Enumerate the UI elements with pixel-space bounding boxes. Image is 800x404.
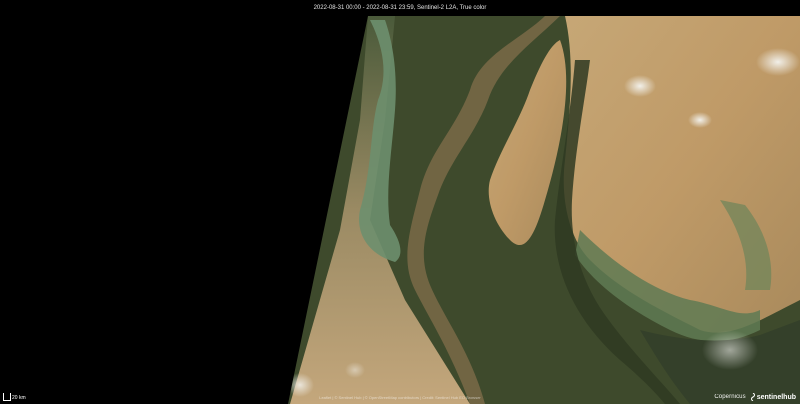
- satellite-imagery[interactable]: [0, 0, 800, 404]
- sentinelhub-icon: [750, 393, 755, 401]
- sentinelhub-logo: sentinelhub: [750, 393, 796, 401]
- attribution-text[interactable]: Leaflet | © Sentinel Hub | © OpenStreetM…: [319, 395, 481, 400]
- cloud: [624, 75, 656, 97]
- cloud: [756, 48, 800, 76]
- map-viewer[interactable]: 2022-08-31 00:00 - 2022-08-31 23:59, Sen…: [0, 0, 800, 404]
- copernicus-logo: Copernicus: [714, 394, 746, 400]
- attribution[interactable]: Leaflet | © Sentinel Hub | © OpenStreetM…: [0, 395, 800, 400]
- sentinelhub-text: sentinelhub: [756, 393, 796, 401]
- map-caption: 2022-08-31 00:00 - 2022-08-31 23:59, Sen…: [0, 0, 800, 16]
- logos: Copernicus sentinelhub: [714, 393, 796, 401]
- caption-text: 2022-08-31 00:00 - 2022-08-31 23:59, Sen…: [313, 5, 487, 11]
